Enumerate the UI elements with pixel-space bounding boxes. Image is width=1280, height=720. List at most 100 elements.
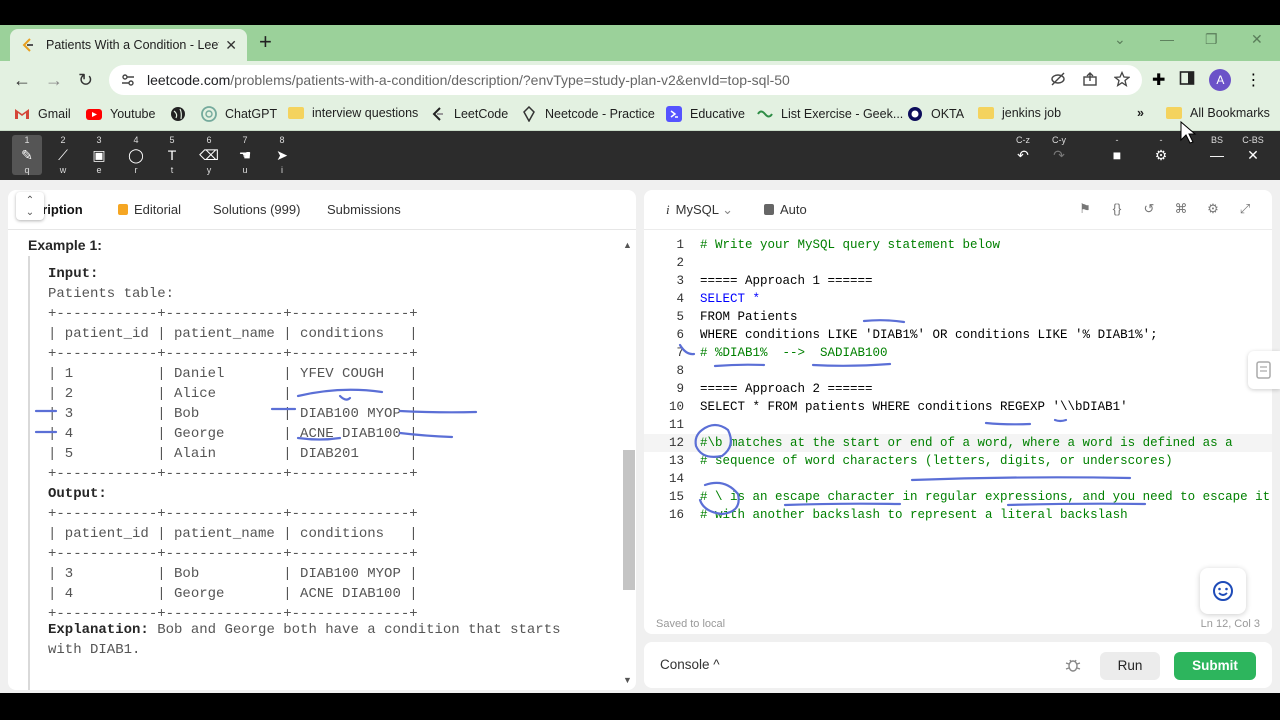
leetcode-favicon-icon bbox=[22, 38, 33, 52]
browser-tab[interactable]: Patients With a Condition - Leet ✕ bbox=[10, 29, 247, 61]
bookmark-neetcode[interactable]: Neetcode - Practice bbox=[521, 106, 655, 122]
scroll-thumb[interactable] bbox=[623, 450, 635, 590]
browser-menu-icon[interactable]: ⋮ bbox=[1245, 70, 1261, 90]
bookmark-okta[interactable]: OKTA bbox=[907, 106, 964, 122]
lock-icon bbox=[118, 204, 128, 215]
fullscreen-icon[interactable]: ⤢ bbox=[1236, 200, 1254, 218]
bookmark-gmail[interactable]: Gmail bbox=[14, 106, 71, 122]
hand-tool[interactable]: 7 ☚ u bbox=[230, 135, 260, 175]
tab-search-icon[interactable]: ⌄ bbox=[1114, 31, 1126, 48]
extensions-icon[interactable]: ✚ bbox=[1152, 70, 1165, 90]
code-line: 6 WHERE conditions LIKE 'DIAB1%' OR condi… bbox=[676, 328, 1158, 342]
new-tab-icon[interactable]: + bbox=[259, 31, 272, 53]
window-restore-icon[interactable]: ❐ bbox=[1205, 31, 1218, 48]
format-braces-icon[interactable]: {} bbox=[1108, 200, 1126, 218]
window-close-icon[interactable]: ✕ bbox=[1251, 31, 1263, 48]
bookmark-icon[interactable]: ⚑ bbox=[1076, 200, 1094, 218]
pen-tool[interactable]: 1 ✎ q bbox=[12, 135, 42, 175]
tab-editorial[interactable]: Editorial bbox=[118, 202, 181, 217]
rect-tool[interactable]: 3 ▣ e bbox=[84, 135, 114, 175]
pointer-tool[interactable]: 8 ➤ i bbox=[267, 135, 297, 175]
undo-tool[interactable]: C-z ↶ bbox=[1008, 135, 1038, 175]
minimize-tool[interactable]: BS — bbox=[1202, 135, 1232, 175]
bookmark-all-bookmarks[interactable]: All Bookmarks bbox=[1166, 106, 1270, 120]
code-line: 15 # \ is an escape character in regular … bbox=[668, 490, 1271, 504]
bookmarks-bar: Gmail Youtube ChatGPT interview question… bbox=[0, 99, 1280, 131]
folder-icon bbox=[978, 107, 994, 119]
settings-tool[interactable]: - ⚙ bbox=[1146, 135, 1176, 175]
code-editor-panel: i MySQL ⌄ Auto ⚑ {} ↺ ⌘ ⚙ ⤢ 1 # Write your… bbox=[644, 190, 1272, 634]
bookmark-leetcode[interactable]: LeetCode bbox=[430, 106, 508, 122]
console-bar: Console ^ Run Submit bbox=[644, 642, 1272, 688]
site-info-icon[interactable] bbox=[121, 73, 135, 87]
side-panel-icon[interactable] bbox=[1179, 70, 1195, 91]
bookmark-interview-questions[interactable]: interview questions bbox=[288, 106, 418, 120]
scroll-up-icon[interactable]: ▲ bbox=[623, 240, 632, 250]
output-label: Output: bbox=[48, 486, 107, 502]
explanation: Explanation: Bob and George both have a … bbox=[48, 620, 588, 660]
language-selector[interactable]: i MySQL ⌄ bbox=[666, 202, 733, 218]
description-scrollbar[interactable]: ▲ ▼ bbox=[621, 240, 635, 690]
line-tool[interactable]: 2 ⟋ w bbox=[48, 135, 78, 175]
code-line: 1 # Write your MySQL query statement belo… bbox=[676, 238, 1001, 252]
forward-icon[interactable]: → bbox=[45, 70, 63, 90]
profile-avatar[interactable]: A bbox=[1209, 69, 1232, 91]
reload-icon[interactable]: ↻ bbox=[78, 70, 93, 90]
close-tool[interactable]: C-BS ✕ bbox=[1238, 135, 1268, 175]
debug-icon[interactable] bbox=[1064, 656, 1082, 674]
run-button[interactable]: Run bbox=[1100, 652, 1160, 680]
chatgpt-icon bbox=[201, 106, 217, 122]
bookmark-jenkins-job[interactable]: jenkins job bbox=[978, 106, 1061, 120]
code-line: 14 bbox=[668, 472, 684, 486]
code-line: 11 bbox=[668, 418, 684, 432]
browser-actions: ✚ A ⋮ bbox=[1152, 69, 1261, 91]
eye-off-icon[interactable] bbox=[1050, 71, 1066, 87]
code-line: 9 ===== Approach 2 ====== bbox=[676, 382, 873, 396]
tab-solutions[interactable]: Solutions (999) bbox=[213, 202, 300, 217]
cursor-position: Ln 12, Col 3 bbox=[1200, 618, 1260, 630]
address-bar[interactable]: leetcode.com/problems/patients-with-a-co… bbox=[109, 65, 1142, 95]
command-icon[interactable]: ⌘ bbox=[1172, 200, 1190, 218]
educative-icon bbox=[666, 106, 682, 122]
auto-mode[interactable]: Auto bbox=[764, 202, 807, 217]
chat-assistant-icon[interactable] bbox=[1200, 568, 1246, 614]
tab-submissions[interactable]: Submissions bbox=[327, 202, 401, 217]
text-tool[interactable]: 5Tt bbox=[157, 135, 187, 175]
bookmark-star-icon[interactable] bbox=[1113, 70, 1131, 87]
back-icon[interactable]: ← bbox=[13, 70, 31, 90]
tab-close-icon[interactable]: ✕ bbox=[225, 37, 237, 54]
description-tabs: cription Editorial Solutions (999) Submi… bbox=[8, 190, 636, 230]
ellipse-tool[interactable]: 4 ◯ r bbox=[121, 135, 151, 175]
lock-icon bbox=[764, 204, 774, 215]
code-line-current: 12 #\b matches at the start or end of a w… bbox=[644, 434, 1272, 452]
folder-icon bbox=[1166, 107, 1182, 119]
bookmark-youtube[interactable]: Youtube bbox=[86, 106, 155, 122]
expand-collapse-icon[interactable]: ⌃ ⌄ bbox=[16, 192, 44, 220]
share-icon[interactable] bbox=[1082, 71, 1098, 87]
bookmark-globe[interactable] bbox=[170, 106, 194, 122]
browser-toolbar: ← → ↻ leetcode.com/problems/patients-wit… bbox=[0, 61, 1280, 99]
bookmark-chatgpt[interactable]: ChatGPT bbox=[201, 106, 277, 122]
settings-icon[interactable]: ⚙ bbox=[1204, 200, 1222, 218]
submit-button[interactable]: Submit bbox=[1174, 652, 1256, 680]
gmail-icon bbox=[15, 109, 29, 119]
folder-icon bbox=[288, 107, 304, 119]
more-bookmarks-icon[interactable]: » bbox=[1137, 106, 1144, 120]
bookmark-gfg[interactable]: List Exercise - Geek... bbox=[757, 106, 903, 122]
side-note-icon[interactable] bbox=[1248, 351, 1280, 389]
console-toggle[interactable]: Console ^ bbox=[660, 657, 720, 672]
reset-icon[interactable]: ↺ bbox=[1140, 200, 1158, 218]
example-box: Input: Patients table: +------------+---… bbox=[28, 256, 616, 690]
scroll-down-icon[interactable]: ▼ bbox=[623, 675, 632, 685]
redo-tool[interactable]: C-y ↷ bbox=[1044, 135, 1074, 175]
code-line: 8 bbox=[676, 364, 684, 378]
editor-toolbar: i MySQL ⌄ Auto ⚑ {} ↺ ⌘ ⚙ ⤢ bbox=[644, 190, 1272, 230]
globe-icon bbox=[171, 107, 185, 121]
input-table: +------------+--------------+-----------… bbox=[48, 306, 418, 482]
save-status: Saved to local bbox=[656, 618, 726, 630]
bookmark-educative[interactable]: Educative bbox=[666, 106, 745, 122]
window-minimize-icon[interactable]: — bbox=[1160, 31, 1174, 47]
clear-tool[interactable]: - ■ bbox=[1102, 135, 1132, 175]
youtube-icon bbox=[86, 109, 102, 120]
eraser-tool[interactable]: 6 ⌫ y bbox=[194, 135, 224, 175]
